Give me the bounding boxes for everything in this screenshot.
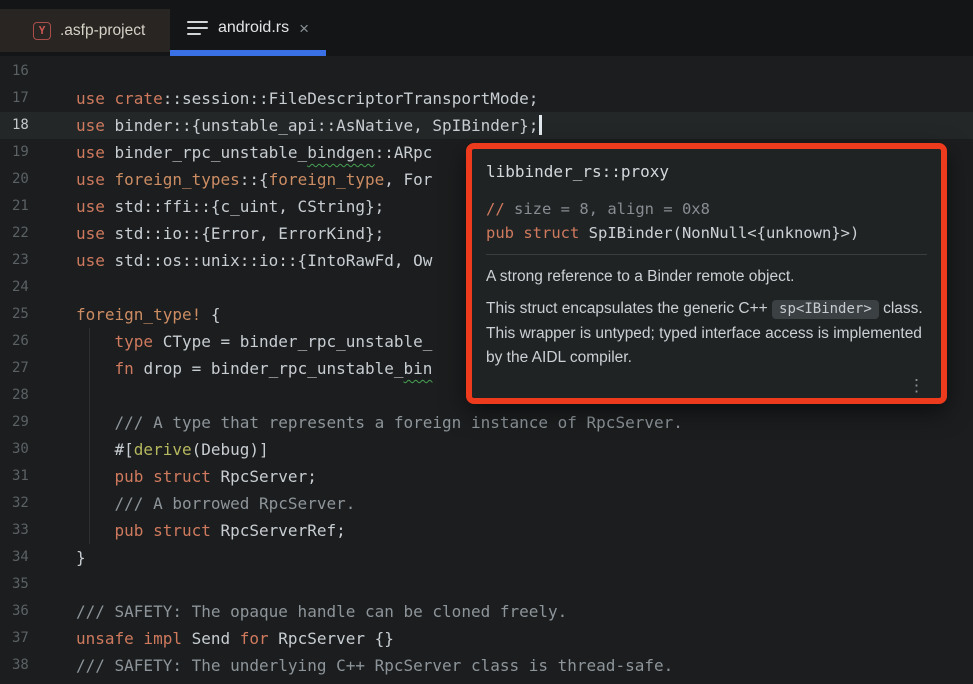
code-line[interactable]: 35 [0, 571, 973, 598]
line-number: 34 [0, 544, 76, 571]
code-text: use binder::{unstable_api::AsNative, SpI… [76, 112, 542, 139]
code-text: } [76, 544, 86, 571]
line-number: 22 [0, 220, 76, 247]
line-number: 28 [0, 382, 76, 409]
documentation-popup: libbinder_rs::proxy // size = 8, align =… [466, 143, 947, 404]
code-line[interactable]: 16 [0, 58, 973, 85]
more-options-icon[interactable]: ⋮ [908, 377, 925, 394]
line-number: 36 [0, 598, 76, 625]
code-text: use std::io::{Error, ErrorKind}; [76, 220, 384, 247]
code-text: fn drop = binder_rpc_unstable_bin [76, 355, 432, 382]
popup-module-path: libbinder_rs::proxy [486, 162, 927, 182]
line-number: 38 [0, 652, 76, 679]
line-number: 25 [0, 301, 76, 328]
line-number: 19 [0, 139, 76, 166]
code-line[interactable]: 31 pub struct RpcServer; [0, 463, 973, 490]
file-lines-icon [187, 21, 208, 35]
code-line[interactable]: 38/// SAFETY: The underlying C++ RpcServ… [0, 652, 973, 679]
code-text: /// A type that represents a foreign ins… [76, 409, 683, 436]
line-number: 26 [0, 328, 76, 355]
line-number: 16 [0, 58, 76, 85]
code-text: use binder_rpc_unstable_bindgen::ARpc [76, 139, 432, 166]
code-text: pub struct RpcServerRef; [76, 517, 346, 544]
code-text: /// SAFETY: The underlying C++ RpcServer… [76, 652, 673, 679]
line-number: 31 [0, 463, 76, 490]
popup-description: This struct encapsulates the generic C++… [486, 297, 927, 371]
line-number: 30 [0, 436, 76, 463]
documentation-popup-content: libbinder_rs::proxy // size = 8, align =… [472, 149, 941, 398]
code-text: pub struct RpcServer; [76, 463, 317, 490]
line-number: 32 [0, 490, 76, 517]
code-line[interactable]: 33 pub struct RpcServerRef; [0, 517, 973, 544]
code-text: use foreign_types::{foreign_type, For [76, 166, 432, 193]
code-line[interactable]: 37unsafe impl Send for RpcServer {} [0, 625, 973, 652]
line-number: 18 [0, 112, 76, 139]
code-text: /// SAFETY: The opaque handle can be clo… [76, 598, 567, 625]
code-text: use crate::session::FileDescriptorTransp… [76, 85, 538, 112]
code-line[interactable]: 30 #[derive(Debug)] [0, 436, 973, 463]
close-tab-icon[interactable]: × [299, 20, 309, 37]
code-line[interactable]: 32 /// A borrowed RpcServer. [0, 490, 973, 517]
code-text: /// A borrowed RpcServer. [76, 490, 355, 517]
project-tab-label: .asfp-project [60, 22, 145, 40]
project-file-type-icon: Y [33, 22, 51, 40]
signature-keyword: pub struct [486, 224, 589, 242]
line-number: 23 [0, 247, 76, 274]
code-line[interactable]: 17use crate::session::FileDescriptorTran… [0, 85, 973, 112]
code-text: use std::os::unix::io::{IntoRawFd, Ow [76, 247, 432, 274]
code-line[interactable]: 29 /// A type that represents a foreign … [0, 409, 973, 436]
comment-text: size = 8, align = 0x8 [505, 200, 710, 218]
line-number: 35 [0, 571, 76, 598]
line-number: 27 [0, 355, 76, 382]
popup-signature: pub struct SpIBinder(NonNull<{unknown}>) [486, 221, 927, 245]
line-number: 20 [0, 166, 76, 193]
popup-divider [486, 254, 927, 255]
file-tab-label: android.rs [218, 19, 289, 37]
description-text-1: This struct encapsulates the generic C++ [486, 300, 772, 317]
inline-code-chip: sp<IBinder> [772, 300, 879, 319]
text-cursor [539, 115, 542, 135]
line-number: 33 [0, 517, 76, 544]
tab-android-rs[interactable]: android.rs × [170, 0, 326, 56]
comment-slashes: // [486, 200, 505, 218]
line-number: 24 [0, 274, 76, 301]
line-number: 21 [0, 193, 76, 220]
code-text: type CType = binder_rpc_unstable_ [76, 328, 432, 355]
line-number: 29 [0, 409, 76, 436]
code-line[interactable]: 18use binder::{unstable_api::AsNative, S… [0, 112, 973, 139]
code-text: #[derive(Debug)] [76, 436, 269, 463]
code-text: use std::ffi::{c_uint, CString}; [76, 193, 384, 220]
code-line[interactable]: 36/// SAFETY: The opaque handle can be c… [0, 598, 973, 625]
tab-project[interactable]: Y .asfp-project [0, 9, 170, 52]
line-number: 37 [0, 625, 76, 652]
popup-summary: A strong reference to a Binder remote ob… [486, 265, 927, 288]
signature-rest: SpIBinder(NonNull<{unknown}>) [589, 224, 860, 242]
line-number: 17 [0, 85, 76, 112]
code-line[interactable]: 34} [0, 544, 973, 571]
tab-bar: Y .asfp-project android.rs × [0, 0, 973, 56]
popup-size-comment: // size = 8, align = 0x8 [486, 197, 927, 221]
code-text: foreign_type! { [76, 301, 221, 328]
indent-guide [89, 328, 90, 544]
code-text: unsafe impl Send for RpcServer {} [76, 625, 394, 652]
